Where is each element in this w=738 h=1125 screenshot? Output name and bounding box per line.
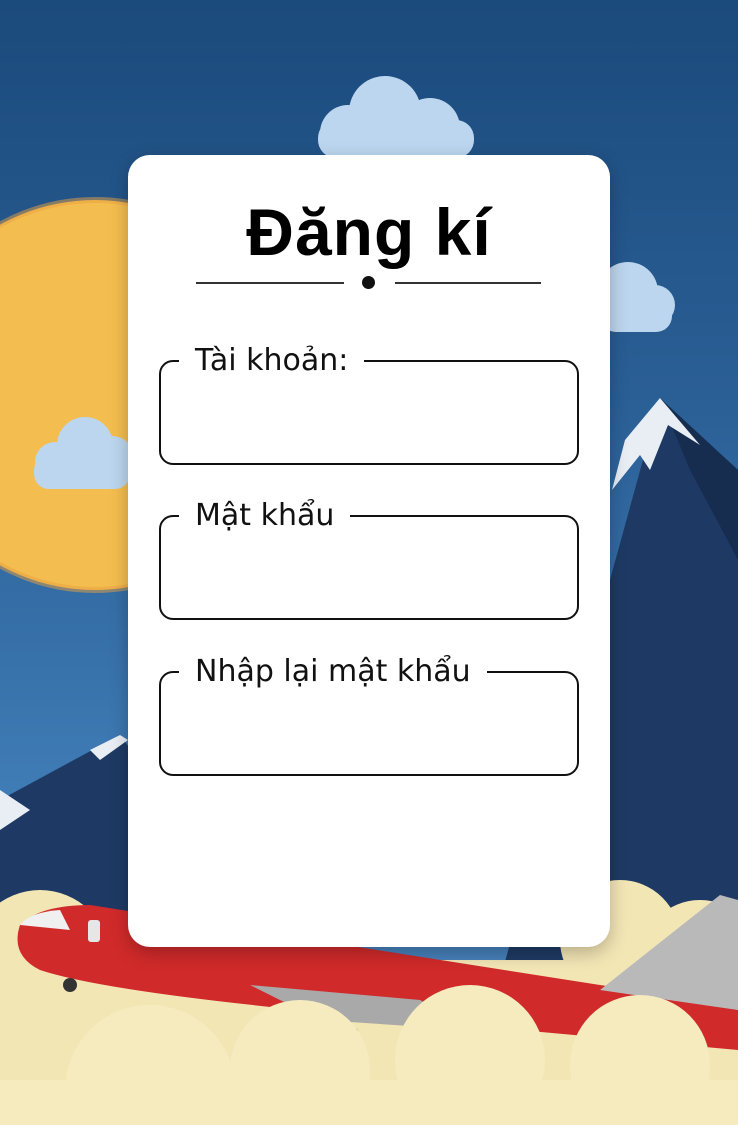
username-input[interactable] — [175, 392, 563, 444]
page-title: Đăng kí — [246, 195, 492, 269]
title-divider-dot — [362, 276, 375, 289]
confirm-password-field: Nhập lại mật khẩu — [159, 655, 579, 776]
password-field: Mật khẩu — [159, 499, 579, 620]
signup-screen: Đăng kí Tài khoản: Mật khẩu Nhập lại mật… — [0, 0, 738, 1125]
password-label: Mật khẩu — [179, 499, 351, 533]
confirm-password-label: Nhập lại mật khẩu — [179, 655, 487, 689]
cloud-top — [318, 76, 474, 161]
title-divider-left — [196, 282, 344, 284]
confirm-password-input[interactable] — [175, 703, 563, 755]
username-field: Tài khoản: — [159, 344, 579, 465]
password-input[interactable] — [175, 547, 563, 599]
username-label: Tài khoản: — [179, 344, 365, 378]
title-divider-right — [395, 282, 541, 284]
